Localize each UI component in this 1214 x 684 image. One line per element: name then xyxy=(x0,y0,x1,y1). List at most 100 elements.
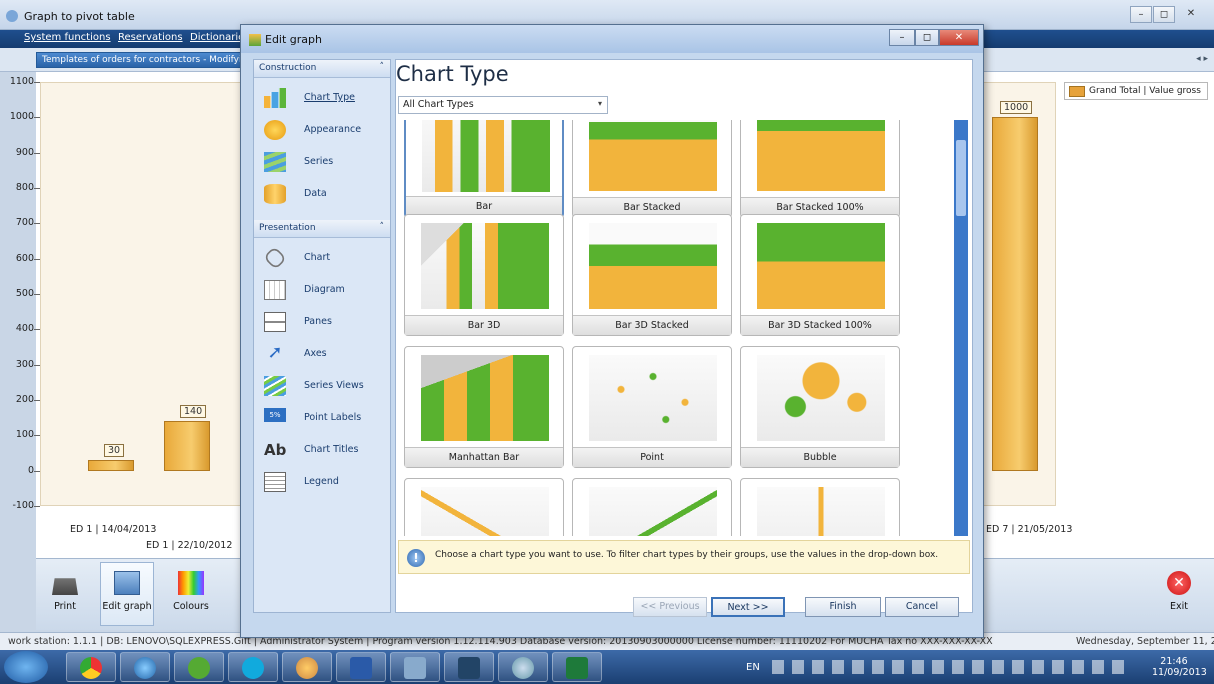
colours-button[interactable]: Colours xyxy=(164,562,218,626)
menu-reservations[interactable]: Reservations xyxy=(118,32,183,43)
collapse-icon[interactable]: ˄ xyxy=(380,62,385,72)
y-tick-label: 1100 xyxy=(9,76,34,87)
navigation-panel: Construction ˄ Chart Type Appearance Seri… xyxy=(253,59,391,613)
scrollbar-thumb[interactable] xyxy=(956,140,966,216)
bar xyxy=(88,460,134,471)
collapse-icon[interactable]: ˄ xyxy=(380,222,385,232)
language-indicator[interactable]: EN xyxy=(746,662,760,673)
chart-icon xyxy=(249,34,261,46)
nav-chart-titles[interactable]: Ab Chart Titles xyxy=(264,438,388,464)
y-tick-mark xyxy=(34,258,40,260)
legend-icon xyxy=(264,472,286,492)
tray-icons[interactable] xyxy=(772,660,1132,674)
chart-type-card[interactable] xyxy=(740,478,900,536)
nav-point-labels[interactable]: 5% Point Labels xyxy=(264,406,388,432)
chart-type-card[interactable]: Manhattan Bar xyxy=(404,346,564,468)
group-construction[interactable]: Construction ˄ xyxy=(254,60,390,78)
y-tick-label: 1000 xyxy=(9,111,34,123)
status-workstation: work station: 1.1.1 xyxy=(8,636,98,647)
start-button-icon[interactable] xyxy=(4,651,48,683)
chart-type-card[interactable]: Bubble xyxy=(740,346,900,468)
clock-time: 21:46 xyxy=(1160,656,1188,667)
clock[interactable]: 21:46 11/09/2013 xyxy=(1152,656,1207,678)
print-button[interactable]: Print xyxy=(38,562,92,626)
skype-icon[interactable] xyxy=(228,652,278,682)
tab-scroll-icon[interactable]: ◂ ▸ xyxy=(1196,54,1208,64)
chart-type-filter-dropdown[interactable]: All Chart Types ▾ xyxy=(398,96,608,114)
exit-button[interactable]: ✕ Exit xyxy=(1152,562,1206,626)
nav-legend[interactable]: Legend xyxy=(264,470,388,496)
chart-type-card[interactable]: Bar 3D Stacked xyxy=(572,214,732,336)
app-task-icon[interactable] xyxy=(390,652,440,682)
y-tick-label: 100 xyxy=(15,429,34,441)
minimize-icon[interactable]: – xyxy=(1130,6,1152,23)
chart-type-preview-icon xyxy=(421,223,549,309)
nav-data[interactable]: Data xyxy=(264,182,388,208)
chart-type-filter-value: All Chart Types xyxy=(403,99,474,110)
bar-value-label: 30 xyxy=(104,444,125,458)
chart-type-card[interactable]: Bar 3D Stacked 100% xyxy=(740,214,900,336)
chevron-down-icon: ▾ xyxy=(597,99,602,108)
bar-value-label: 140 xyxy=(180,405,207,419)
excel-icon[interactable] xyxy=(552,652,602,682)
chart-legend: Grand Total | Value gross xyxy=(1064,82,1208,100)
chart-type-card[interactable]: Point xyxy=(572,346,732,468)
paint-icon[interactable] xyxy=(282,652,332,682)
y-tick-mark xyxy=(34,506,40,507)
y-tick-mark xyxy=(34,152,40,154)
nav-chart-type-label: Chart Type xyxy=(304,92,355,103)
wrench-icon xyxy=(263,246,287,270)
series-icon xyxy=(264,152,286,172)
chart-type-label: Bar xyxy=(406,196,562,216)
word-icon[interactable] xyxy=(336,652,386,682)
restore-icon[interactable]: ◻ xyxy=(1153,6,1175,23)
media-icon[interactable] xyxy=(498,652,548,682)
hint-text: Choose a chart type you want to use. To … xyxy=(435,550,939,560)
chart-type-preview-icon xyxy=(422,120,550,192)
dialog-close-icon[interactable]: ✕ xyxy=(939,29,979,46)
y-tick-label: 900 xyxy=(15,146,34,158)
x-tick-label: ED 1 | 14/04/2013 xyxy=(70,524,157,535)
chart-type-card[interactable]: Bar Stacked xyxy=(572,120,732,218)
utorrent-icon[interactable] xyxy=(174,652,224,682)
previous-button[interactable]: << Previous xyxy=(633,597,707,617)
tab-templates-modifying[interactable]: Templates of orders for contractors - Mo… xyxy=(36,52,246,68)
dialog-maximize-icon[interactable]: ◻ xyxy=(915,29,939,46)
close-icon[interactable]: ✕ xyxy=(1180,6,1202,23)
menu-system-functions[interactable]: System functions xyxy=(24,32,111,43)
nav-appearance[interactable]: Appearance xyxy=(264,118,388,144)
next-button[interactable]: Next >> xyxy=(711,597,785,617)
diagram-icon xyxy=(264,280,286,300)
nav-axes[interactable]: ➚ Axes xyxy=(264,342,388,368)
chart-type-card[interactable] xyxy=(404,478,564,536)
edit-graph-button[interactable]: Edit graph xyxy=(100,562,154,626)
chart-type-card[interactable]: Bar Stacked 100% xyxy=(740,120,900,218)
nav-diagram[interactable]: Diagram xyxy=(264,278,388,304)
cancel-button[interactable]: Cancel xyxy=(885,597,959,617)
y-tick-mark xyxy=(34,294,40,295)
chart-type-preview-icon xyxy=(757,120,885,191)
print-label: Print xyxy=(54,601,76,612)
nav-series[interactable]: Series xyxy=(264,150,388,176)
gallery-scrollbar[interactable] xyxy=(954,120,968,536)
nav-data-label: Data xyxy=(304,188,327,199)
panes-icon xyxy=(264,312,286,332)
chart-type-card[interactable]: Bar xyxy=(404,120,564,218)
internet-explorer-icon[interactable] xyxy=(120,652,170,682)
nav-chart[interactable]: Chart xyxy=(263,246,388,272)
nav-panes[interactable]: Panes xyxy=(264,310,388,336)
chart-type-card[interactable]: Bar 3D xyxy=(404,214,564,336)
legend-swatch xyxy=(1069,86,1085,97)
save-app-icon[interactable] xyxy=(444,652,494,682)
dialog-minimize-icon[interactable]: – xyxy=(889,29,915,46)
chrome-icon[interactable] xyxy=(66,652,116,682)
nav-diagram-label: Diagram xyxy=(304,284,345,295)
nav-series-views[interactable]: Series Views xyxy=(264,374,388,400)
nav-series-label: Series xyxy=(304,156,334,167)
chart-type-label: Bar 3D Stacked 100% xyxy=(741,315,899,335)
bar xyxy=(164,421,210,471)
finish-button[interactable]: Finish xyxy=(805,597,881,617)
group-presentation[interactable]: Presentation ˄ xyxy=(254,220,390,238)
nav-chart-type[interactable]: Chart Type xyxy=(264,86,388,112)
chart-type-card[interactable] xyxy=(572,478,732,536)
